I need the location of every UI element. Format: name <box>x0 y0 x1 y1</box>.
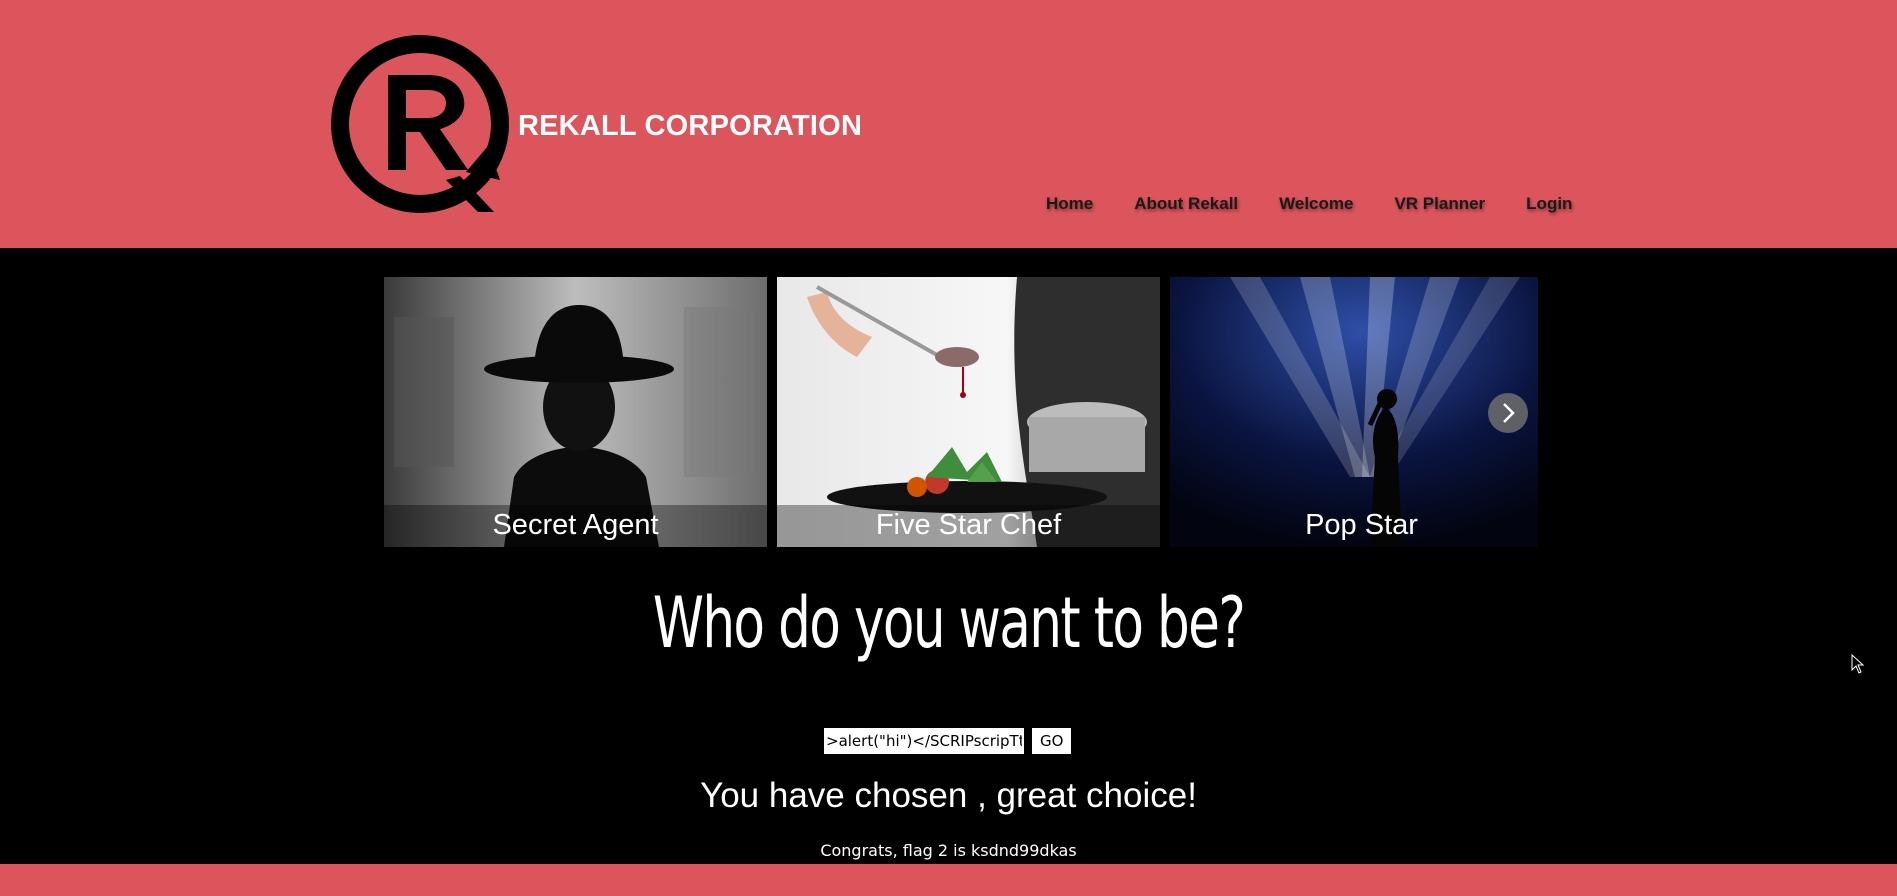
role-search-form: GO <box>824 728 1072 754</box>
carousel-item-pop-star[interactable]: Pop Star <box>1170 277 1538 547</box>
card-caption: Pop Star <box>1305 509 1418 541</box>
nav-home[interactable]: Home <box>1046 194 1093 214</box>
carousel-item-secret-agent[interactable]: Secret Agent <box>384 277 767 547</box>
go-button[interactable]: GO <box>1032 728 1072 754</box>
page-headline: Who do you want to be? <box>652 582 1246 664</box>
rekall-logo-icon <box>331 35 509 213</box>
carousel-next-button[interactable] <box>1488 393 1528 433</box>
mouse-cursor-icon <box>1851 654 1865 674</box>
brand-name: REKALL CORPORATION <box>518 110 863 142</box>
nav-about-rekall[interactable]: About Rekall <box>1134 194 1238 214</box>
main-content: Secret Agent Five Star Chef Pop Star <box>0 248 1897 864</box>
nav-vr-planner[interactable]: VR Planner <box>1394 194 1485 214</box>
nav-login[interactable]: Login <box>1526 194 1572 214</box>
carousel-item-five-star-chef[interactable]: Five Star Chef <box>777 277 1160 547</box>
card-caption: Five Star Chef <box>777 505 1160 547</box>
card-caption: Secret Agent <box>384 505 767 547</box>
role-carousel: Secret Agent Five Star Chef Pop Star <box>384 277 1538 547</box>
nav-welcome[interactable]: Welcome <box>1279 194 1353 214</box>
chevron-right-icon <box>1503 403 1515 423</box>
result-message: You have chosen , great choice! <box>700 776 1197 815</box>
main-nav: Home About Rekall Welcome VR Planner Log… <box>1046 194 1613 214</box>
flag-message: Congrats, flag 2 is ksdnd99dkas <box>820 841 1077 860</box>
site-footer <box>0 864 1897 896</box>
role-input[interactable] <box>824 728 1024 754</box>
site-header: REKALL CORPORATION Home About Rekall Wel… <box>0 0 1897 248</box>
